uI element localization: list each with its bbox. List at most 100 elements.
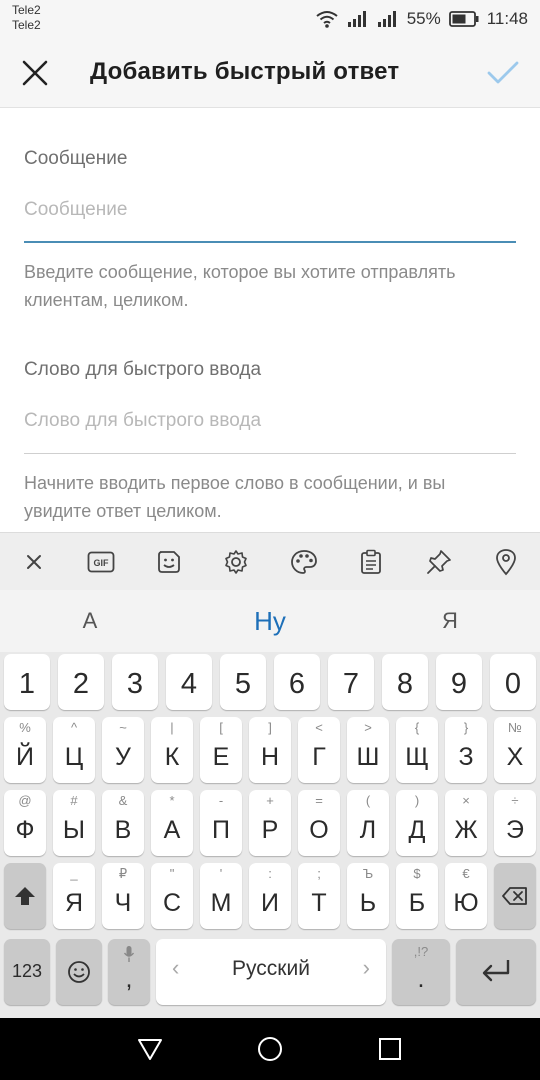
key-letter[interactable]: ; Т	[298, 863, 340, 929]
suggestion-right[interactable]: Я	[360, 590, 540, 652]
key-8[interactable]: 8	[382, 654, 428, 710]
key-6[interactable]: 6	[274, 654, 320, 710]
key-letter[interactable]: } З	[445, 717, 487, 783]
key-letter[interactable]: ] Н	[249, 717, 291, 783]
message-input[interactable]	[24, 190, 516, 230]
enter-icon	[482, 960, 510, 982]
shift-key[interactable]	[4, 863, 46, 929]
page-title: Добавить быстрый ответ	[90, 58, 400, 85]
key-label: Л	[359, 816, 377, 844]
key-sub-label: *	[169, 793, 175, 808]
key-label: З	[458, 743, 474, 771]
key-0[interactable]: 0	[490, 654, 536, 710]
message-label: Сообщение	[24, 148, 128, 169]
key-letter[interactable]: ^ Ц	[53, 717, 95, 783]
microphone-icon	[123, 946, 135, 962]
toolbar-location-button[interactable]	[473, 533, 540, 591]
key-letter[interactable]: ₽ Ч	[102, 863, 144, 929]
emoji-key[interactable]	[56, 939, 102, 1005]
comma-key[interactable]: ,	[108, 939, 150, 1005]
close-button[interactable]	[14, 52, 56, 94]
key-sub-label: @	[18, 793, 32, 808]
key-letter[interactable]: % Й	[4, 717, 46, 783]
toolbar-clipboard-button[interactable]	[338, 533, 406, 591]
key-letter[interactable]: € Ю	[445, 863, 487, 929]
key-2[interactable]: 2	[58, 654, 104, 710]
key-letter[interactable]: & В	[102, 790, 144, 856]
key-label: 3	[126, 668, 144, 700]
key-letter[interactable]: ~ У	[102, 717, 144, 783]
key-letter[interactable]: * А	[151, 790, 193, 856]
key-letter[interactable]: > Ш	[347, 717, 389, 783]
back-icon	[138, 1039, 162, 1060]
key-label: Ы	[62, 816, 86, 844]
key-letter[interactable]: ' М	[200, 863, 242, 929]
key-label: У	[115, 743, 131, 771]
suggestion-center[interactable]: Ну	[180, 590, 360, 652]
key-letter[interactable]: " С	[151, 863, 193, 929]
key-3[interactable]: 3	[112, 654, 158, 710]
key-5[interactable]: 5	[220, 654, 266, 710]
key-label: Э	[506, 816, 524, 844]
key-letter[interactable]: [Е	[200, 717, 242, 783]
enter-key[interactable]	[456, 939, 536, 1005]
keyboard-toolbar: GIF	[0, 532, 540, 590]
key-letter[interactable]: :И	[249, 863, 291, 929]
shortcut-input[interactable]	[24, 401, 516, 441]
key-letter[interactable]: $ Б	[396, 863, 438, 929]
key-letter[interactable]: | К	[151, 717, 193, 783]
key-letter[interactable]: № Х	[494, 717, 536, 783]
key-letter[interactable]: = О	[298, 790, 340, 856]
key-letter[interactable]: + Р	[249, 790, 291, 856]
numbers-key[interactable]: 123	[4, 939, 50, 1005]
key-sub-label: ;	[317, 866, 321, 881]
key-letter[interactable]: -П	[200, 790, 242, 856]
toolbar-sticker-button[interactable]	[135, 533, 203, 591]
confirm-button[interactable]	[482, 52, 524, 94]
home-button[interactable]	[254, 1033, 286, 1065]
key-label: Щ	[405, 743, 429, 771]
key-label: Х	[506, 743, 524, 771]
key-label: Г	[312, 743, 326, 771]
key-sub-label: <	[315, 720, 323, 735]
key-letter[interactable]: < Г	[298, 717, 340, 783]
backspace-key[interactable]	[494, 863, 536, 929]
sticker-icon	[157, 550, 180, 573]
key-letter[interactable]: ЪЬ	[347, 863, 389, 929]
key-sub-label: :	[268, 866, 272, 881]
period-key[interactable]: ,!? .	[392, 939, 450, 1005]
key-letter[interactable]: ÷ Э	[494, 790, 536, 856]
key-letter[interactable]: _ Я	[53, 863, 95, 929]
carrier-1: Tele2	[12, 3, 41, 17]
toolbar-settings-button[interactable]	[203, 533, 271, 591]
key-letter[interactable]: {Щ	[396, 717, 438, 783]
key-sub-label: €	[462, 866, 470, 881]
key-letter[interactable]: # Ы	[53, 790, 95, 856]
signal-icon	[347, 11, 366, 27]
key-sub-label: _	[70, 866, 78, 881]
key-label: 8	[396, 668, 414, 700]
toolbar-close-button[interactable]	[0, 533, 68, 591]
toolbar-gif-button[interactable]: GIF	[68, 533, 136, 591]
period-key-sub-label: ,!?	[413, 944, 429, 959]
key-letter[interactable]: ) Д	[396, 790, 438, 856]
toolbar-theme-button[interactable]	[270, 533, 338, 591]
space-key[interactable]: ‹ Русский ›	[156, 939, 386, 1005]
suggestion-left[interactable]: А	[0, 590, 180, 652]
key-4[interactable]: 4	[166, 654, 212, 710]
key-letter[interactable]: @ Ф	[4, 790, 46, 856]
recents-button[interactable]	[374, 1033, 406, 1065]
key-sub-label: №	[508, 720, 522, 735]
key-label: Б	[408, 889, 426, 917]
key-9[interactable]: 9	[436, 654, 482, 710]
key-letter[interactable]: × Ж	[445, 790, 487, 856]
key-letter[interactable]: (Л	[347, 790, 389, 856]
back-button[interactable]	[134, 1033, 166, 1065]
clipboard-icon	[361, 549, 382, 574]
toolbar-pin-button[interactable]	[405, 533, 473, 591]
key-1[interactable]: 1	[4, 654, 50, 710]
shortcut-input-underline	[24, 453, 516, 454]
key-7[interactable]: 7	[328, 654, 374, 710]
key-sub-label: {	[414, 720, 420, 735]
shortcut-label: Слово для быстрого ввода	[24, 359, 262, 380]
